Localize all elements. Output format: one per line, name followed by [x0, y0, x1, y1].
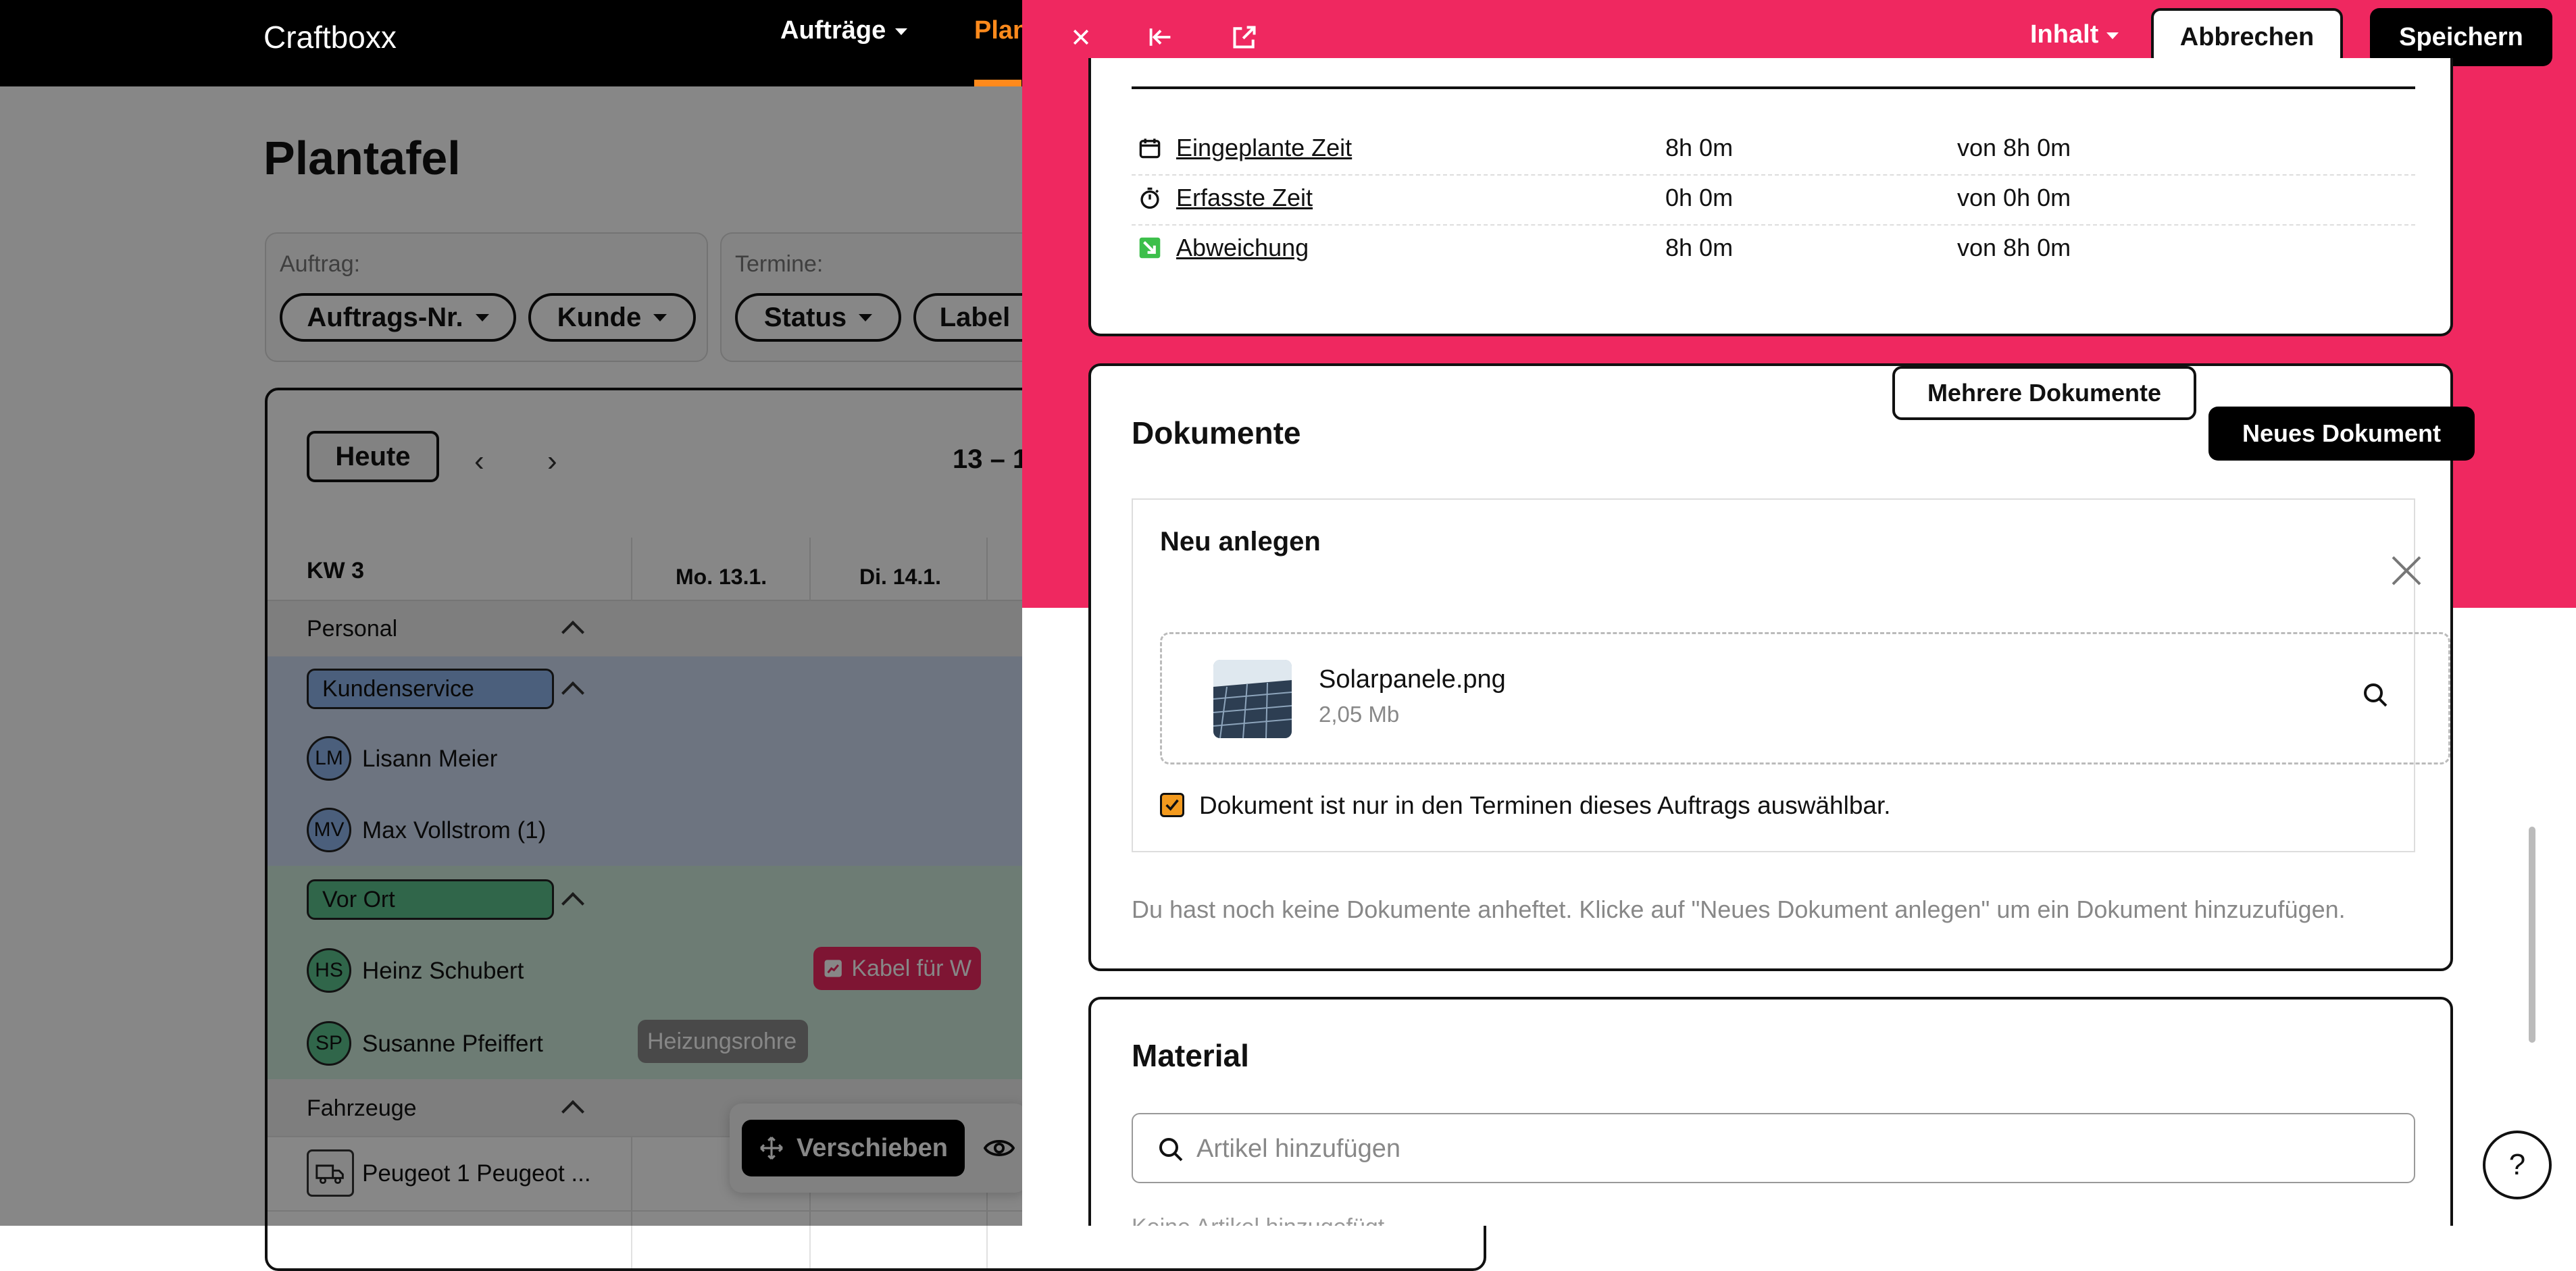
article-search-input[interactable] — [1195, 1128, 2400, 1170]
time-label[interactable]: Abweichung — [1176, 234, 1309, 262]
collapse-left-icon[interactable] — [1144, 20, 1178, 54]
restrict-document-checkbox[interactable] — [1160, 793, 1184, 817]
multiple-documents-button[interactable]: Mehrere Dokumente — [1892, 366, 2196, 420]
checkmark-icon — [1165, 799, 1179, 811]
new-document-button[interactable]: Neues Dokument — [2208, 407, 2475, 461]
nav-item-label: Aufträge — [780, 16, 886, 45]
content-dropdown[interactable]: Inhalt — [2030, 20, 2119, 49]
deviation-arrow-icon — [1139, 237, 1161, 259]
help-button[interactable]: ? — [2483, 1131, 2552, 1199]
calendar-icon — [1139, 138, 1161, 159]
time-total: von 8h 0m — [1957, 234, 2071, 261]
documents-card: Dokumente Mehrere Dokumente Neues Dokume… — [1088, 363, 2475, 971]
time-value: 8h 0m — [1665, 234, 1734, 261]
file-name: Solarpanele.png — [1319, 665, 1506, 694]
material-title: Material — [1132, 1038, 1249, 1073]
content-dropdown-label: Inhalt — [2030, 20, 2099, 49]
drawer-scrollbar[interactable] — [2529, 827, 2535, 1043]
material-empty-hint: Keine Artikel hinzugefügt — [1132, 1214, 1384, 1226]
time-value: 8h 0m — [1665, 134, 1734, 161]
new-document-panel: Neu anlegen Solarpanele.png 2,05 Mb Doku… — [1132, 498, 2450, 852]
stopwatch-icon — [1140, 187, 1159, 209]
file-size: 2,05 Mb — [1319, 702, 1400, 727]
time-total: von 8h 0m — [1957, 134, 2071, 161]
search-icon — [1159, 1138, 1183, 1162]
close-icon[interactable] — [2390, 554, 2430, 594]
table-divider — [1132, 86, 2415, 89]
time-value: 0h 0m — [1665, 184, 1734, 211]
nav-item-plan[interactable]: Plan — [974, 16, 1028, 45]
documents-title: Dokumente — [1132, 415, 1301, 450]
time-summary-card: Eingeplante Zeit 8h 0m von 8h 0m Erfasst… — [1088, 58, 2453, 336]
brand-logo[interactable]: Craftboxx — [263, 19, 397, 55]
documents-empty-hint: Du hast noch keine Dokumente anheftet. K… — [1132, 896, 2346, 923]
new-document-title: Neu anlegen — [1160, 527, 1321, 556]
nav-item-auftraege[interactable]: Aufträge — [780, 16, 908, 45]
time-label[interactable]: Eingeplante Zeit — [1176, 134, 1352, 162]
article-search-field[interactable] — [1132, 1113, 2415, 1183]
file-thumbnail[interactable] — [1213, 660, 1292, 738]
material-card: Material Keine Artikel hinzugefügt — [1088, 997, 2453, 1226]
modal-backdrop[interactable] — [0, 86, 1022, 1226]
checkbox-label[interactable]: Dokument ist nur in den Terminen dieses … — [1199, 792, 1891, 820]
close-icon[interactable] — [1064, 20, 1098, 54]
time-total: von 0h 0m — [1957, 184, 2071, 211]
time-row-planned: Eingeplante Zeit 8h 0m von 8h 0m — [1132, 124, 2415, 176]
file-upload-item: Solarpanele.png 2,05 Mb — [1160, 632, 2450, 764]
active-nav-indicator — [974, 80, 1021, 86]
time-row-deviation: Abweichung 8h 0m von 8h 0m — [1132, 224, 2415, 274]
time-row-recorded: Erfasste Zeit 0h 0m von 0h 0m — [1132, 174, 2415, 226]
search-icon[interactable] — [2362, 681, 2389, 712]
appointment-drawer: Inhalt Abbrechen Speichern Eingeplante Z… — [1022, 0, 2576, 1226]
open-external-icon[interactable] — [1228, 20, 1261, 54]
chevron-down-icon — [2106, 32, 2119, 39]
time-label[interactable]: Erfasste Zeit — [1176, 184, 1313, 212]
chevron-down-icon — [895, 28, 908, 35]
